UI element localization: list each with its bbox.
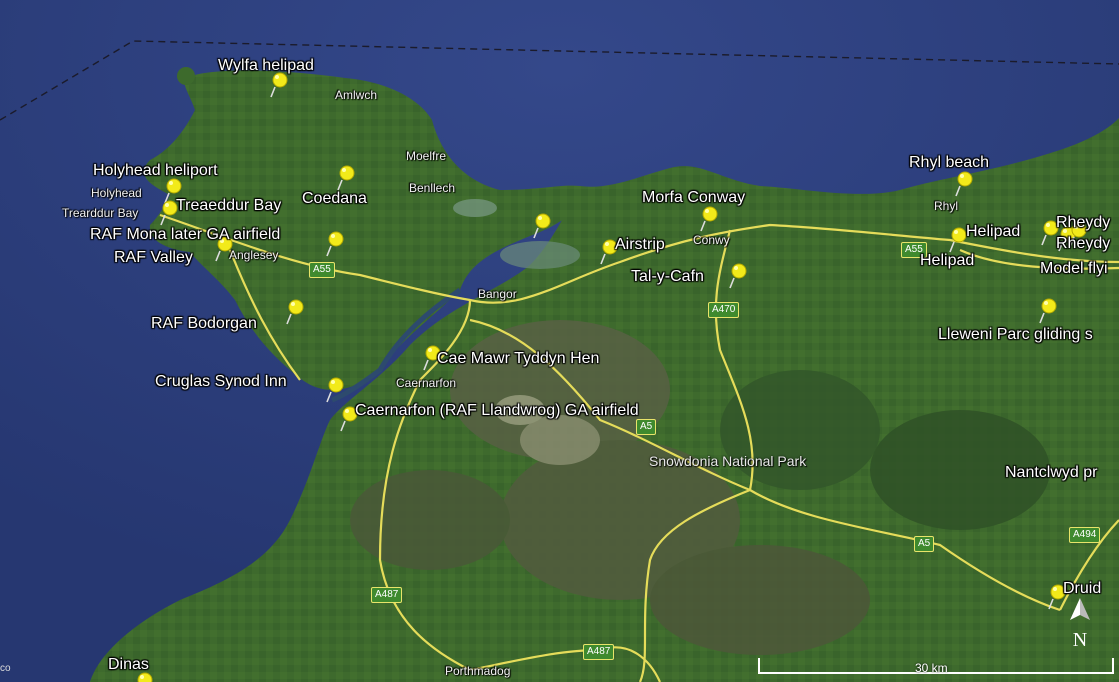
placemark-pin-icon[interactable] xyxy=(133,672,155,682)
road-shield: A470 xyxy=(708,302,740,318)
placemark-pin-icon[interactable] xyxy=(335,165,357,191)
placemark-label[interactable]: Rheydy xyxy=(1056,236,1110,252)
placemark-pin-icon[interactable] xyxy=(1037,298,1059,324)
placemark-label[interactable]: Wylfa helipad xyxy=(218,58,314,74)
road-shield: A5 xyxy=(914,536,935,552)
placemark-pin-icon[interactable] xyxy=(324,231,346,257)
map-view[interactable]: A55 A470 A5 A5 A55 A494 A487 A487 Wylfa helipad… xyxy=(0,0,1119,682)
placemark-pin-icon[interactable] xyxy=(727,263,749,289)
placemark-label[interactable]: Helipad xyxy=(920,253,974,269)
placemark-label[interactable]: Cruglas Synod Inn xyxy=(155,374,287,390)
road-shield: A487 xyxy=(583,644,615,660)
park-label: Snowdonia National Park xyxy=(649,453,807,469)
place-name-label: Bangor xyxy=(478,287,517,301)
placemark-label[interactable]: RAF Valley xyxy=(114,250,193,266)
conwy-sands xyxy=(500,241,580,269)
road-shield: A494 xyxy=(1069,527,1101,543)
imagery-credit: co xyxy=(0,663,11,674)
north-arrow-icon: N xyxy=(1070,598,1090,651)
placemark-label[interactable]: RAF Mona later GA airfield xyxy=(90,227,280,243)
placemark-label[interactable]: Airstrip xyxy=(615,237,665,253)
placemark-pin-icon[interactable] xyxy=(531,213,553,239)
placemark-label[interactable]: Tal-y-Cafn xyxy=(631,269,704,285)
place-name-label: Porthmadog xyxy=(445,664,511,678)
placemark-label[interactable]: Cae Mawr Tyddyn Hen xyxy=(437,351,599,367)
road-shield: A55 xyxy=(309,262,335,278)
place-name-label: Benllech xyxy=(409,181,456,195)
north-compass[interactable]: N xyxy=(1066,598,1094,654)
north-label: N xyxy=(1073,629,1087,651)
road-shield: A487 xyxy=(371,587,403,603)
islet xyxy=(177,67,195,85)
placemark-label[interactable]: Holyhead heliport xyxy=(93,163,218,179)
placemark-label[interactable]: Rheydy xyxy=(1056,215,1110,231)
place-name-label: Holyhead xyxy=(91,186,142,200)
placemark-pin-icon[interactable] xyxy=(324,377,346,403)
placemark-label[interactable]: Treaeddur Bay xyxy=(176,198,281,214)
placemark-pin-icon[interactable] xyxy=(284,299,306,325)
red-wharf-bay xyxy=(453,199,497,217)
placemark-label[interactable]: Nantclwyd pr xyxy=(1005,465,1097,481)
placemark-label[interactable]: Druid xyxy=(1063,581,1101,597)
scale-label: 30 km xyxy=(915,661,948,675)
placemark-label[interactable]: Helipad xyxy=(966,224,1020,240)
place-name-label: Anglesey xyxy=(229,248,279,262)
placemark-label[interactable]: Dinas xyxy=(108,657,149,673)
placemark-pin-icon[interactable] xyxy=(268,72,290,98)
placemark-label[interactable]: Model flyi xyxy=(1040,261,1108,277)
placemark-pin-icon[interactable] xyxy=(953,171,975,197)
placemark-label[interactable]: Coedana xyxy=(302,191,367,207)
placemark-label[interactable]: Morfa Conway xyxy=(642,190,745,206)
place-name-label: Rhyl xyxy=(934,199,959,213)
placemark-label[interactable]: Caernarfon (RAF Llandwrog) GA airfield xyxy=(355,403,639,419)
place-name-label: Amlwch xyxy=(335,88,378,102)
place-name-label: Caernarfon xyxy=(396,376,457,390)
place-name-label: Moelfre xyxy=(406,149,447,163)
place-name-label: Trearddur Bay xyxy=(62,206,139,220)
placemark-label[interactable]: RAF Bodorgan xyxy=(151,316,257,332)
place-name-label: Conwy xyxy=(693,233,730,247)
road-shield: A5 xyxy=(636,419,657,435)
placemark-pin-icon[interactable] xyxy=(698,206,720,232)
placemark-label[interactable]: Lleweni Parc gliding s xyxy=(938,327,1093,343)
placemark-label[interactable]: Rhyl beach xyxy=(909,155,989,171)
